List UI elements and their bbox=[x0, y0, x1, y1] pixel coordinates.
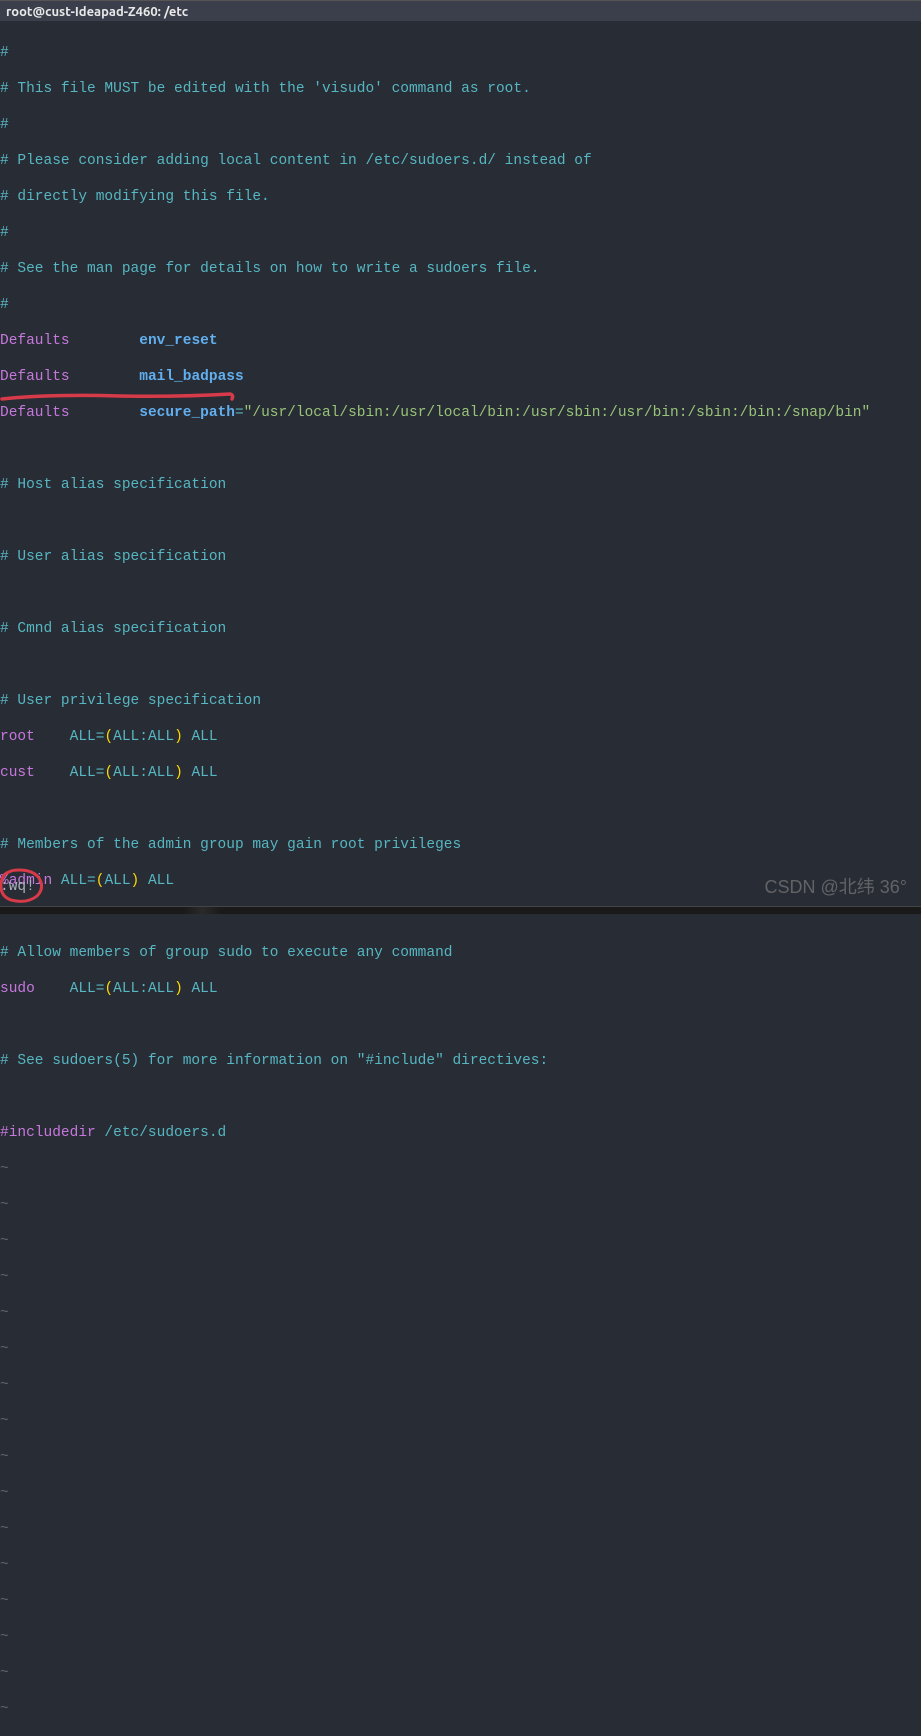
empty-line-tilde: ~ bbox=[0, 1304, 921, 1322]
comment-line: # bbox=[0, 224, 921, 242]
empty-line-tilde: ~ bbox=[0, 1412, 921, 1430]
empty-line-tilde: ~ bbox=[0, 1592, 921, 1610]
sudo-group-line: sudo ALL=(ALL:ALL) ALL bbox=[0, 980, 921, 998]
empty-line-tilde: ~ bbox=[0, 1340, 921, 1358]
comment-line: # Host alias specification bbox=[0, 476, 921, 494]
empty-line-tilde: ~ bbox=[0, 1448, 921, 1466]
defaults-line: Defaults mail_badpass bbox=[0, 368, 921, 386]
vim-command-text: :wq! bbox=[0, 879, 35, 895]
comment-line: # User privilege specification bbox=[0, 692, 921, 710]
bottom-bar bbox=[0, 906, 921, 914]
defaults-line: Defaults secure_path="/usr/local/sbin:/u… bbox=[0, 404, 921, 422]
comment-line: # bbox=[0, 44, 921, 62]
window-title-bar: root@cust-Ideapad-Z460: /etc bbox=[0, 0, 921, 21]
comment-line: # User alias specification bbox=[0, 548, 921, 566]
empty-line-tilde: ~ bbox=[0, 1484, 921, 1502]
blank-line bbox=[0, 800, 921, 818]
comment-line: # bbox=[0, 296, 921, 314]
comment-line: # This file MUST be edited with the 'vis… bbox=[0, 80, 921, 98]
empty-line-tilde: ~ bbox=[0, 1628, 921, 1646]
watermark: CSDN @北纬 36° bbox=[765, 878, 908, 896]
comment-line: # bbox=[0, 116, 921, 134]
empty-line-tilde: ~ bbox=[0, 1196, 921, 1214]
empty-line-tilde: ~ bbox=[0, 1160, 921, 1178]
empty-line-tilde: ~ bbox=[0, 1700, 921, 1718]
blank-line bbox=[0, 440, 921, 458]
comment-line: # Members of the admin group may gain ro… bbox=[0, 836, 921, 854]
empty-line-tilde: ~ bbox=[0, 1268, 921, 1286]
blank-line bbox=[0, 1088, 921, 1106]
comment-line: # directly modifying this file. bbox=[0, 188, 921, 206]
empty-line-tilde: ~ bbox=[0, 1232, 921, 1250]
empty-line-tilde: ~ bbox=[0, 1520, 921, 1538]
blank-line bbox=[0, 512, 921, 530]
defaults-line: Defaults env_reset bbox=[0, 332, 921, 350]
cust-privilege-line: cust ALL=(ALL:ALL) ALL bbox=[0, 764, 921, 782]
comment-line: # Allow members of group sudo to execute… bbox=[0, 944, 921, 962]
window-title: root@cust-Ideapad-Z460: /etc bbox=[6, 5, 188, 19]
includedir-line: #includedir /etc/sudoers.d bbox=[0, 1124, 921, 1142]
root-privilege-line: root ALL=(ALL:ALL) ALL bbox=[0, 728, 921, 746]
comment-line: # Please consider adding local content i… bbox=[0, 152, 921, 170]
blank-line bbox=[0, 584, 921, 602]
empty-line-tilde: ~ bbox=[0, 1556, 921, 1574]
empty-line-tilde: ~ bbox=[0, 1664, 921, 1682]
blank-line bbox=[0, 1016, 921, 1034]
empty-line-tilde: ~ bbox=[0, 1376, 921, 1394]
blank-line bbox=[0, 656, 921, 674]
comment-line: # See the man page for details on how to… bbox=[0, 260, 921, 278]
comment-line: # See sudoers(5) for more information on… bbox=[0, 1052, 921, 1070]
comment-line: # Cmnd alias specification bbox=[0, 620, 921, 638]
vim-command-line[interactable]: :wq! bbox=[0, 878, 35, 896]
